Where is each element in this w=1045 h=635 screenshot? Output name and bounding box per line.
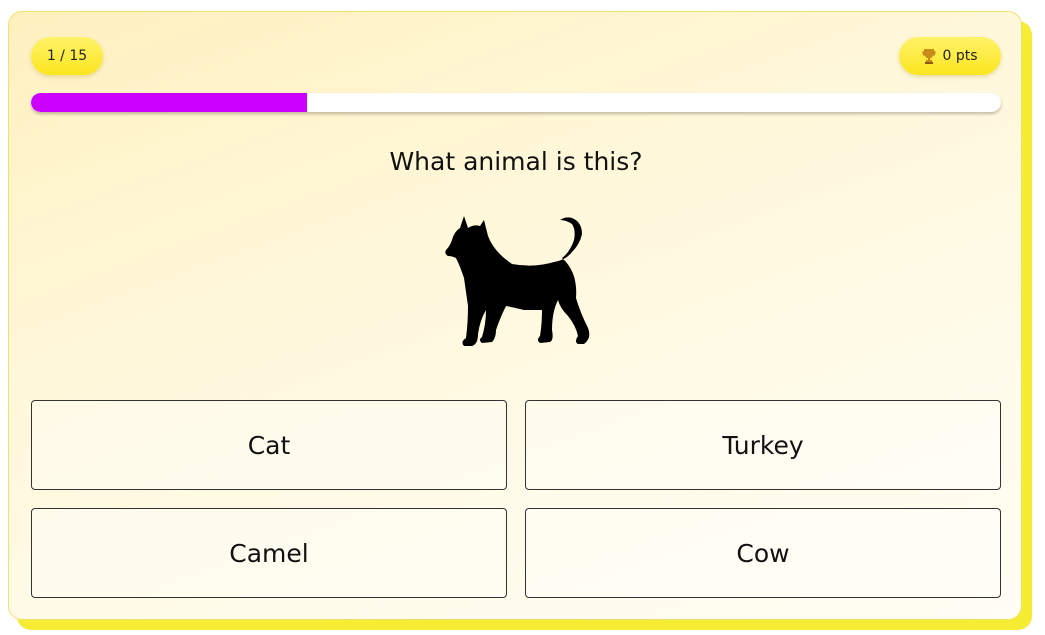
score-value: 0 pts [942,48,978,64]
answer-label: Turkey [722,430,804,460]
answer-label: Cat [247,430,291,460]
quiz-card: 1 / 15 0 pts What animal is this? Cat Tu… [8,11,1022,620]
answer-option-turkey[interactable]: Turkey [525,400,1001,490]
answer-label: Camel [229,538,309,568]
answer-option-cat[interactable]: Cat [31,400,507,490]
progress-bar [31,93,1001,112]
cat-silhouette-icon [445,216,590,346]
answer-option-camel[interactable]: Camel [31,508,507,598]
question-counter-badge: 1 / 15 [31,37,103,75]
score-badge: 0 pts [899,37,1001,75]
progress-fill [31,93,308,112]
question-counter: 1 / 15 [46,48,88,64]
answer-label: Cow [736,538,790,568]
question-text: What animal is this? [389,147,643,176]
trophy-icon [922,49,936,64]
answer-option-cow[interactable]: Cow [525,508,1001,598]
